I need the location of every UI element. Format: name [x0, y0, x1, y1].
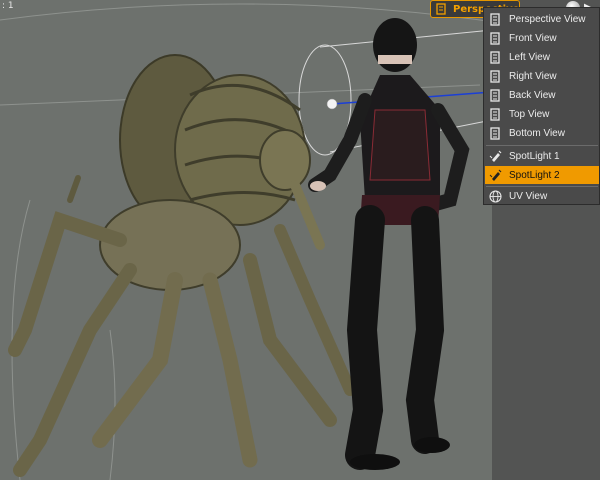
menu-item-perspective-view[interactable]: Perspective View — [485, 10, 599, 28]
menu-item-label: UV View — [509, 190, 548, 202]
camera-icon — [488, 12, 502, 26]
camera-icon — [488, 126, 502, 140]
menu-item-spotlight-1[interactable]: SpotLight 1 — [485, 147, 599, 165]
menu-item-left-view[interactable]: Left View — [485, 48, 599, 66]
menu-item-label: SpotLight 1 — [509, 150, 560, 162]
menu-item-right-view[interactable]: Right View — [485, 67, 599, 85]
spotlight-icon — [488, 168, 502, 182]
menu-item-label: Bottom View — [509, 127, 565, 139]
camera-icon — [488, 69, 502, 83]
menu-item-top-view[interactable]: Top View — [485, 105, 599, 123]
grid-arc — [109, 329, 116, 480]
menu-item-label: Back View — [509, 89, 556, 101]
menu-item-label: Right View — [509, 70, 557, 82]
camera-icon — [488, 88, 502, 102]
viewport-corner-label: : 1 — [2, 1, 14, 11]
camera-icon — [488, 50, 502, 64]
menu-item-bottom-view[interactable]: Bottom View — [485, 124, 599, 142]
menu-item-label: Perspective View — [509, 13, 586, 25]
menu-item-label: SpotLight 2 — [509, 169, 560, 181]
camera-icon — [488, 31, 502, 45]
menu-item-front-view[interactable]: Front View — [485, 29, 599, 47]
human-figure-model[interactable] — [308, 18, 470, 470]
camera-icon — [435, 3, 447, 15]
menu-item-label: Front View — [509, 32, 557, 44]
globe-icon — [488, 189, 502, 203]
camera-dropdown-menu: Perspective View Front View Left View Ri… — [483, 7, 600, 205]
3d-viewport[interactable]: : 1 Perspective View ▶ Perspective View … — [0, 0, 600, 480]
spotlight-handle[interactable] — [326, 98, 338, 110]
menu-item-label: Top View — [509, 108, 550, 120]
spider-creature-model[interactable] — [8, 54, 356, 477]
menu-separator — [486, 145, 598, 146]
menu-item-label: Left View — [509, 51, 550, 63]
camera-icon — [488, 107, 502, 121]
menu-item-back-view[interactable]: Back View — [485, 86, 599, 104]
menu-item-uv-view[interactable]: UV View — [485, 187, 599, 205]
menu-item-spotlight-2[interactable]: SpotLight 2 — [485, 166, 599, 184]
spotlight-icon — [488, 149, 502, 163]
